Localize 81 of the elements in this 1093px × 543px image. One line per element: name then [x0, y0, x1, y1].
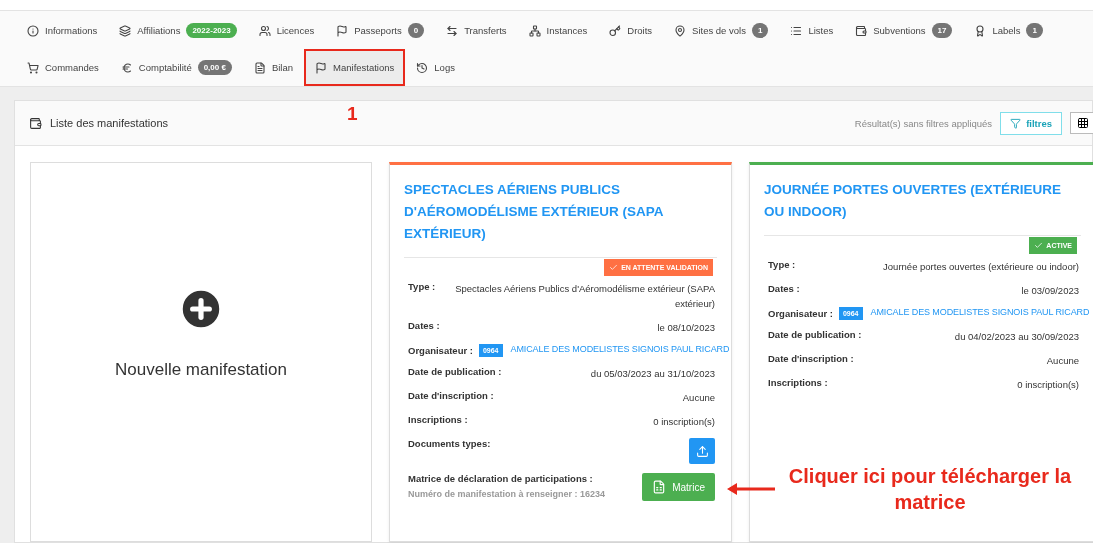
note-text: Numéro de manifestation à renseigner : 16234: [408, 489, 606, 499]
spreadsheet-icon: [652, 480, 667, 494]
field-label: Inscriptions :: [408, 414, 468, 425]
nav-tab[interactable]: Bilan: [244, 49, 303, 86]
event-title: JOURNÉE PORTES OUVERTES (EXTÉRIEURE OU INDOOR): [764, 179, 1081, 236]
field-value: Aucune: [1046, 354, 1079, 368]
check-icon: [609, 263, 619, 272]
hierarchy-icon: [528, 24, 541, 37]
field-value: le 08/10/2023: [657, 321, 715, 335]
field-value: le 03/09/2023: [1021, 284, 1079, 298]
nav-tab[interactable]: Passeports 0: [327, 12, 434, 49]
nav-tab[interactable]: Sites de vols 1: [665, 12, 778, 49]
field-value: du 04/02/2023 au 30/09/2023: [954, 330, 1079, 344]
event-title: SPECTACLES AÉRIENS PUBLICS D'AÉROMODÉLISME EXTÉRIEUR (SAPA EXTÉRIEUR): [404, 179, 717, 258]
count-badge: 1: [1026, 23, 1043, 38]
nav-tab[interactable]: Listes: [781, 12, 843, 49]
euro-icon: [120, 61, 133, 74]
field-value: Aucune: [682, 391, 715, 405]
card-label: Nouvelle manifestation: [115, 360, 287, 380]
map-pin-icon: [674, 24, 687, 37]
field-label: Date d'inscription :: [768, 353, 854, 364]
panel-title: Liste des manifestations: [50, 117, 169, 129]
nav-tab[interactable]: Commandes: [18, 49, 108, 86]
field-label: Organisateur :: [768, 308, 833, 319]
flag-icon: [315, 61, 328, 74]
list-icon: [790, 24, 803, 37]
upload-icon: [695, 444, 709, 458]
nav-tab[interactable]: Logs: [407, 49, 464, 86]
field-label: Date d'inscription :: [408, 390, 494, 401]
field-label: Organisateur :: [408, 345, 473, 356]
nav-tab[interactable]: Comptabilité 0,00 €: [111, 49, 241, 86]
arrows-icon: [446, 24, 459, 37]
new-event-card[interactable]: Nouvelle manifestation: [30, 162, 372, 542]
nav-tab[interactable]: Droits: [600, 12, 662, 49]
pointer-arrow: [725, 482, 777, 496]
field-label: Dates :: [408, 320, 440, 331]
field-label: Inscriptions :: [768, 377, 828, 388]
nav-tab[interactable]: Informations: [18, 12, 107, 49]
wallet-icon: [855, 24, 868, 37]
step-number: 1: [347, 103, 358, 125]
award-icon: [974, 24, 987, 37]
wallet-icon: [29, 116, 42, 130]
field-label: Documents types:: [408, 438, 491, 449]
nav-tab[interactable]: Instances: [519, 12, 597, 49]
info-icon: [27, 24, 39, 37]
check-icon: [1034, 241, 1044, 250]
key-icon: [609, 24, 622, 37]
field-label: Matrice de déclaration de participations :: [408, 473, 594, 484]
field-value: du 05/03/2023 au 31/10/2023: [590, 367, 715, 381]
nav-tab[interactable]: Manifestations: [304, 49, 406, 86]
field-value: 0 inscription(s): [1017, 378, 1079, 392]
history-icon: [416, 61, 429, 74]
count-badge: 0: [407, 23, 425, 38]
count-badge: 17: [931, 23, 953, 38]
filter-icon: [1010, 117, 1022, 129]
field-label: Type :: [768, 259, 796, 270]
field-label: Date de publication :: [408, 366, 502, 377]
nav-tab[interactable]: Affiliations 2022-2023: [110, 12, 246, 49]
nav-tab[interactable]: Licences: [249, 12, 324, 49]
upload-button[interactable]: [689, 438, 715, 464]
nav-tab[interactable]: Transferts: [437, 12, 516, 49]
count-badge: 2022-2023: [186, 23, 237, 38]
field-value: Spectacles Aériens Publics d'Aéromodélisme extérieur (SAPA extérieur): [454, 282, 715, 311]
nav-tab[interactable]: Subventions 17: [846, 12, 962, 49]
count-badge: 1: [751, 23, 769, 38]
filter-status: Résultat(s) sans filtres appliqués: [854, 117, 993, 129]
users-icon: [258, 24, 271, 37]
field-value: 0 inscription(s): [653, 415, 715, 429]
field-value: Journée portes ouvertes (extérieure ou indoor): [883, 260, 1079, 274]
field-label: Dates :: [768, 283, 800, 294]
layers-icon: [119, 24, 132, 37]
grid-icon: [1077, 117, 1089, 129]
document-icon: [253, 61, 266, 74]
field-label: Date de publication :: [768, 329, 862, 340]
field-label: Type :: [408, 281, 436, 292]
grid-view-button[interactable]: [1070, 112, 1093, 134]
flag-icon: [336, 24, 349, 37]
nav-tab[interactable]: Labels 1: [965, 12, 1052, 49]
callout-text: Cliquer ici pour télécharger la matrice: [787, 464, 1073, 515]
count-badge: 0,00 €: [197, 60, 232, 75]
cart-icon: [27, 61, 39, 74]
